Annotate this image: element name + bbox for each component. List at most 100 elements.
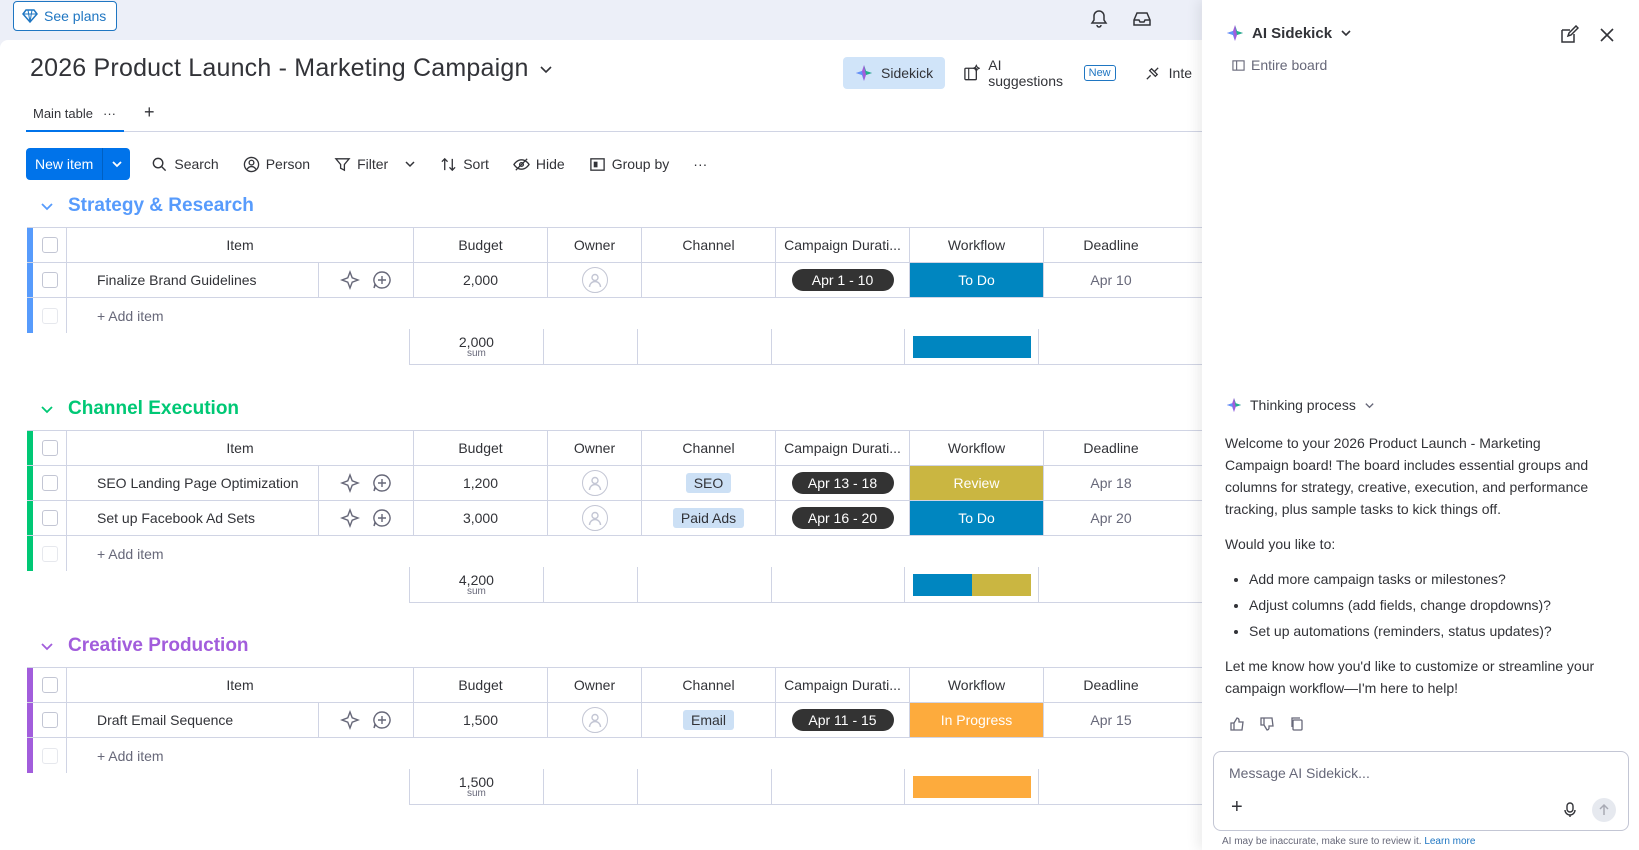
person-filter-button[interactable]: Person — [231, 148, 322, 180]
add-update-icon[interactable] — [372, 270, 392, 290]
close-icon[interactable] — [1597, 25, 1617, 45]
workflow-distribution-bar[interactable] — [912, 775, 1031, 798]
new-item-label[interactable]: New item — [26, 148, 104, 180]
column-header-item[interactable]: Item — [67, 228, 414, 262]
row-checkbox[interactable] — [41, 712, 58, 728]
add-update-icon[interactable] — [372, 473, 392, 493]
group-header-creative-production[interactable]: Creative Production — [40, 635, 249, 657]
deadline-cell[interactable]: Apr 20 — [1044, 501, 1178, 535]
chevron-down-icon[interactable] — [1340, 27, 1352, 39]
group-by-button[interactable]: Group by — [577, 148, 682, 180]
workflow-cell[interactable]: To Do — [910, 501, 1044, 535]
deadline-cell[interactable]: Apr 15 — [1044, 703, 1178, 737]
group-title-creative-production[interactable]: Creative Production — [68, 635, 249, 657]
group-title-strategy[interactable]: Strategy & Research — [68, 195, 254, 217]
filter-button[interactable]: Filter — [322, 148, 428, 180]
row-select-cell[interactable] — [27, 703, 67, 737]
row-select-cell[interactable] — [27, 501, 67, 535]
owner-cell[interactable] — [548, 466, 642, 500]
row-checkbox[interactable] — [41, 510, 58, 526]
item-name-cell[interactable]: Finalize Brand Guidelines — [67, 263, 319, 297]
sort-button[interactable]: Sort — [428, 148, 501, 180]
duration-cell[interactable]: Apr 1 - 10 — [776, 263, 910, 297]
learn-more-link[interactable]: Learn more — [1424, 836, 1475, 847]
add-item-button[interactable]: + Add item — [67, 738, 1202, 773]
select-all-cell[interactable] — [27, 228, 67, 262]
add-view-button[interactable]: + — [144, 102, 155, 123]
owner-cell[interactable] — [548, 703, 642, 737]
channel-cell[interactable]: Email — [642, 703, 776, 737]
column-header-duration[interactable]: Campaign Durati... — [776, 431, 910, 465]
chevron-down-icon[interactable] — [40, 402, 54, 416]
ai-sparkle-icon[interactable] — [340, 710, 360, 730]
column-header-channel[interactable]: Channel — [642, 228, 776, 262]
budget-cell[interactable]: 1,500 — [414, 703, 548, 737]
avatar[interactable] — [581, 267, 608, 293]
bell-icon[interactable] — [1089, 9, 1109, 29]
column-header-duration[interactable]: Campaign Durati... — [776, 228, 910, 262]
sidekick-button[interactable]: Sidekick — [843, 57, 946, 89]
avatar[interactable] — [581, 707, 608, 733]
select-all-cell[interactable] — [27, 668, 67, 702]
row-select-cell[interactable] — [27, 466, 67, 500]
column-header-budget[interactable]: Budget — [414, 431, 548, 465]
select-all-checkbox[interactable] — [41, 237, 58, 253]
attach-button[interactable]: + — [1231, 796, 1243, 819]
chevron-down-icon[interactable] — [40, 639, 54, 653]
column-header-owner[interactable]: Owner — [548, 431, 642, 465]
send-button[interactable] — [1592, 798, 1616, 822]
workflow-cell[interactable]: In Progress — [910, 703, 1044, 737]
column-header-owner[interactable]: Owner — [548, 668, 642, 702]
edit-icon[interactable] — [1559, 25, 1579, 45]
chevron-down-icon[interactable] — [40, 199, 54, 213]
column-header-budget[interactable]: Budget — [414, 668, 548, 702]
column-header-budget[interactable]: Budget — [414, 228, 548, 262]
column-header-deadline[interactable]: Deadline — [1044, 228, 1178, 262]
column-header-owner[interactable]: Owner — [548, 228, 642, 262]
column-header-item[interactable]: Item — [67, 668, 414, 702]
column-header-item[interactable]: Item — [67, 431, 414, 465]
tab-more-icon[interactable]: ··· — [103, 106, 116, 121]
board-title[interactable]: 2026 Product Launch - Marketing Campaign — [30, 54, 529, 83]
add-item-button[interactable]: + Add item — [67, 536, 1202, 571]
copy-icon[interactable] — [1289, 716, 1305, 732]
thumbs-down-icon[interactable] — [1259, 716, 1275, 732]
chevron-down-icon[interactable] — [404, 158, 416, 170]
group-title-channel-execution[interactable]: Channel Execution — [68, 398, 239, 420]
new-item-button[interactable]: New item — [26, 148, 131, 180]
owner-cell[interactable] — [548, 263, 642, 297]
workflow-distribution-bar[interactable] — [912, 335, 1031, 358]
add-update-icon[interactable] — [372, 710, 392, 730]
deadline-cell[interactable]: Apr 10 — [1044, 263, 1178, 297]
new-item-dropdown[interactable] — [103, 148, 130, 180]
inbox-icon[interactable] — [1132, 9, 1152, 29]
ai-sparkle-icon[interactable] — [340, 508, 360, 528]
column-header-duration[interactable]: Campaign Durati... — [776, 668, 910, 702]
more-actions-button[interactable]: ··· — [681, 148, 719, 180]
column-header-workflow[interactable]: Workflow — [910, 228, 1044, 262]
channel-cell[interactable]: SEO — [642, 466, 776, 500]
duration-cell[interactable]: Apr 16 - 20 — [776, 501, 910, 535]
ai-sparkle-icon[interactable] — [340, 473, 360, 493]
add-item-button[interactable]: + Add item — [67, 298, 1202, 333]
panel-scope[interactable]: Entire board — [1232, 57, 1327, 73]
column-header-workflow[interactable]: Workflow — [910, 668, 1044, 702]
budget-cell[interactable]: 1,200 — [414, 466, 548, 500]
column-header-deadline[interactable]: Deadline — [1044, 668, 1178, 702]
budget-cell[interactable]: 2,000 — [414, 263, 548, 297]
select-all-checkbox[interactable] — [41, 677, 58, 693]
item-name-cell[interactable]: Set up Facebook Ad Sets — [67, 501, 319, 535]
search-button[interactable]: Search — [139, 148, 230, 180]
item-name-cell[interactable]: Draft Email Sequence — [67, 703, 319, 737]
avatar[interactable] — [581, 470, 608, 496]
add-update-icon[interactable] — [372, 508, 392, 528]
chevron-down-icon[interactable] — [539, 62, 553, 76]
budget-cell[interactable]: 3,000 — [414, 501, 548, 535]
ai-suggestions-button[interactable]: AI suggestions New — [953, 57, 1126, 89]
deadline-cell[interactable]: Apr 18 — [1044, 466, 1178, 500]
column-header-deadline[interactable]: Deadline — [1044, 431, 1178, 465]
row-select-cell[interactable] — [27, 263, 67, 297]
see-plans-button[interactable]: See plans — [13, 1, 118, 31]
avatar[interactable] — [581, 505, 608, 531]
row-checkbox[interactable] — [41, 475, 58, 491]
